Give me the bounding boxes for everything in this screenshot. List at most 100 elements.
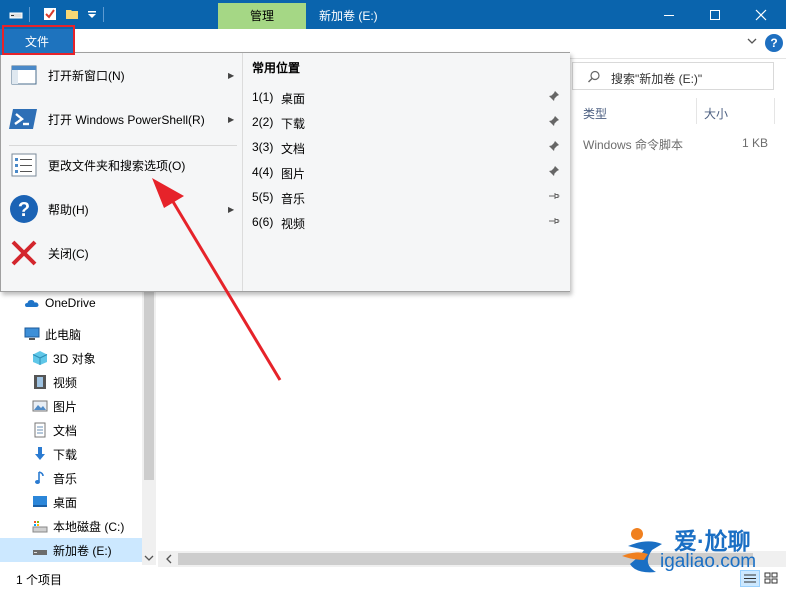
menu-item-close[interactable]: 关闭(C) bbox=[1, 231, 241, 275]
nav-item-music[interactable]: 音乐 bbox=[0, 466, 142, 490]
nav-item-desktop[interactable]: 桌面 bbox=[0, 490, 142, 514]
search-icon bbox=[588, 70, 600, 83]
file-menu-commands: 打开新窗口(N) ▶ 打开 Windows PowerShell(R) ▶ 更改… bbox=[1, 53, 241, 291]
item-name: 视频 bbox=[281, 217, 306, 231]
3d-objects-icon bbox=[32, 351, 48, 365]
file-menu: 打开新窗口(N) ▶ 打开 Windows PowerShell(R) ▶ 更改… bbox=[0, 52, 570, 292]
pinned-icon[interactable] bbox=[548, 90, 560, 102]
help-icon: ? bbox=[10, 195, 38, 223]
new-folder-icon[interactable] bbox=[65, 7, 79, 21]
close-button[interactable] bbox=[738, 0, 784, 29]
item-name: 音乐 bbox=[281, 192, 306, 206]
chevron-down-icon[interactable] bbox=[85, 7, 99, 21]
menu-item-label: 帮助(H) bbox=[48, 202, 89, 217]
column-header-size[interactable]: 大小 bbox=[704, 105, 728, 122]
pinned-icon[interactable] bbox=[548, 115, 560, 127]
submenu-arrow-icon: ▶ bbox=[228, 204, 235, 214]
frequent-place-item[interactable]: 6(6) 视频 bbox=[243, 209, 571, 234]
annotation-highlight-box bbox=[2, 25, 75, 55]
window-title: 新加卷 (E:) bbox=[319, 9, 378, 23]
nav-scrollbar-thumb[interactable] bbox=[144, 292, 154, 480]
file-type-cell: Windows 命令脚本 bbox=[583, 138, 684, 152]
tab-manage[interactable]: 管理 bbox=[218, 3, 306, 29]
frequent-place-item[interactable]: 3(3) 文档 bbox=[243, 134, 571, 159]
item-number: 3(3) bbox=[252, 140, 274, 154]
nav-label: 本地磁盘 (C:) bbox=[53, 519, 125, 534]
properties-icon[interactable] bbox=[43, 7, 57, 21]
nav-label: 此电脑 bbox=[45, 327, 82, 342]
watermark-url: igaliao.com bbox=[660, 551, 757, 572]
nav-label: 下载 bbox=[53, 447, 78, 462]
search-input[interactable]: 搜索"新加卷 (E:)" bbox=[572, 62, 774, 90]
nav-label: 3D 对象 bbox=[53, 351, 96, 366]
unpinned-icon[interactable] bbox=[548, 190, 560, 202]
column-header-type[interactable]: 类型 bbox=[583, 105, 607, 122]
title-bar: 管理 新加卷 (E:) bbox=[0, 0, 786, 29]
maximize-icon bbox=[710, 9, 720, 20]
nav-item-drive-e[interactable]: 新加卷 (E:) bbox=[0, 538, 142, 562]
item-name: 图片 bbox=[281, 167, 306, 181]
nav-label: 视频 bbox=[53, 375, 78, 390]
frequent-place-item[interactable]: 1(1) 桌面 bbox=[243, 84, 571, 109]
nav-label: 桌面 bbox=[53, 495, 78, 510]
nav-item-onedrive[interactable]: OneDrive bbox=[0, 291, 142, 315]
music-icon bbox=[35, 471, 44, 484]
menu-item-label: 打开 Windows PowerShell(R) bbox=[48, 112, 205, 127]
nav-item-downloads[interactable]: 下载 bbox=[0, 442, 142, 466]
menu-item-label: 打开新窗口(N) bbox=[48, 68, 125, 83]
scroll-left-icon[interactable] bbox=[163, 553, 175, 565]
chevron-down-icon[interactable] bbox=[745, 34, 759, 48]
close-icon bbox=[755, 9, 767, 20]
nav-label: 文档 bbox=[53, 423, 78, 438]
nav-item-3d-objects[interactable]: 3D 对象 bbox=[0, 346, 142, 370]
videos-icon bbox=[34, 375, 46, 389]
minimize-button[interactable] bbox=[646, 0, 692, 29]
new-window-icon bbox=[11, 65, 37, 85]
item-number: 4(4) bbox=[252, 165, 274, 179]
nav-item-pictures[interactable]: 图片 bbox=[0, 394, 142, 418]
status-item-count: 1 个项目 bbox=[16, 573, 63, 587]
divider bbox=[29, 7, 30, 22]
folder-options-icon bbox=[11, 153, 37, 177]
maximize-button[interactable] bbox=[692, 0, 738, 29]
menu-item-help[interactable]: ? 帮助(H) ▶ bbox=[1, 187, 241, 231]
nav-label: 新加卷 (E:) bbox=[53, 543, 112, 558]
column-divider[interactable] bbox=[774, 98, 775, 124]
nav-item-videos[interactable]: 视频 bbox=[0, 370, 142, 394]
search-placeholder: 搜索"新加卷 (E:)" bbox=[611, 72, 703, 86]
scroll-down-icon[interactable] bbox=[143, 553, 155, 563]
powershell-icon bbox=[9, 109, 37, 129]
help-icon[interactable]: ? bbox=[765, 34, 783, 52]
item-number: 6(6) bbox=[252, 215, 274, 229]
item-name: 桌面 bbox=[281, 92, 306, 106]
drive-icon bbox=[33, 550, 47, 555]
item-number: 5(5) bbox=[252, 190, 274, 204]
nav-item-this-pc[interactable]: 此电脑 bbox=[0, 322, 142, 346]
column-divider[interactable] bbox=[696, 98, 697, 124]
svg-text:?: ? bbox=[18, 199, 30, 221]
this-pc-icon bbox=[24, 327, 40, 340]
item-number: 1(1) bbox=[252, 90, 274, 104]
frequent-places-panel: 常用位置 1(1) 桌面 2(2) 下载 3(3) 文档 4(4) 图片 5(5… bbox=[242, 53, 570, 291]
nav-label: OneDrive bbox=[45, 296, 96, 310]
desktop-icon bbox=[33, 496, 47, 507]
onedrive-icon bbox=[25, 300, 39, 307]
menu-item-open-new-window[interactable]: 打开新窗口(N) ▶ bbox=[1, 53, 241, 97]
nav-item-local-disk-c[interactable]: 本地磁盘 (C:) bbox=[0, 514, 142, 538]
submenu-arrow-icon: ▶ bbox=[228, 70, 235, 80]
menu-item-folder-options[interactable]: 更改文件夹和搜索选项(O) bbox=[1, 143, 241, 187]
pinned-icon[interactable] bbox=[548, 140, 560, 152]
item-name: 下载 bbox=[281, 117, 306, 131]
item-name: 文档 bbox=[281, 142, 306, 156]
item-number: 2(2) bbox=[252, 115, 274, 129]
unpinned-icon[interactable] bbox=[548, 215, 560, 227]
frequent-place-item[interactable]: 5(5) 音乐 bbox=[243, 184, 571, 209]
pinned-icon[interactable] bbox=[548, 165, 560, 177]
nav-item-documents[interactable]: 文档 bbox=[0, 418, 142, 442]
menu-item-open-powershell[interactable]: 打开 Windows PowerShell(R) ▶ bbox=[1, 97, 241, 141]
frequent-place-item[interactable]: 2(2) 下载 bbox=[243, 109, 571, 134]
minimize-icon bbox=[664, 14, 674, 16]
close-x-icon bbox=[11, 240, 37, 266]
frequent-place-item[interactable]: 4(4) 图片 bbox=[243, 159, 571, 184]
drive-icon[interactable] bbox=[9, 7, 23, 21]
